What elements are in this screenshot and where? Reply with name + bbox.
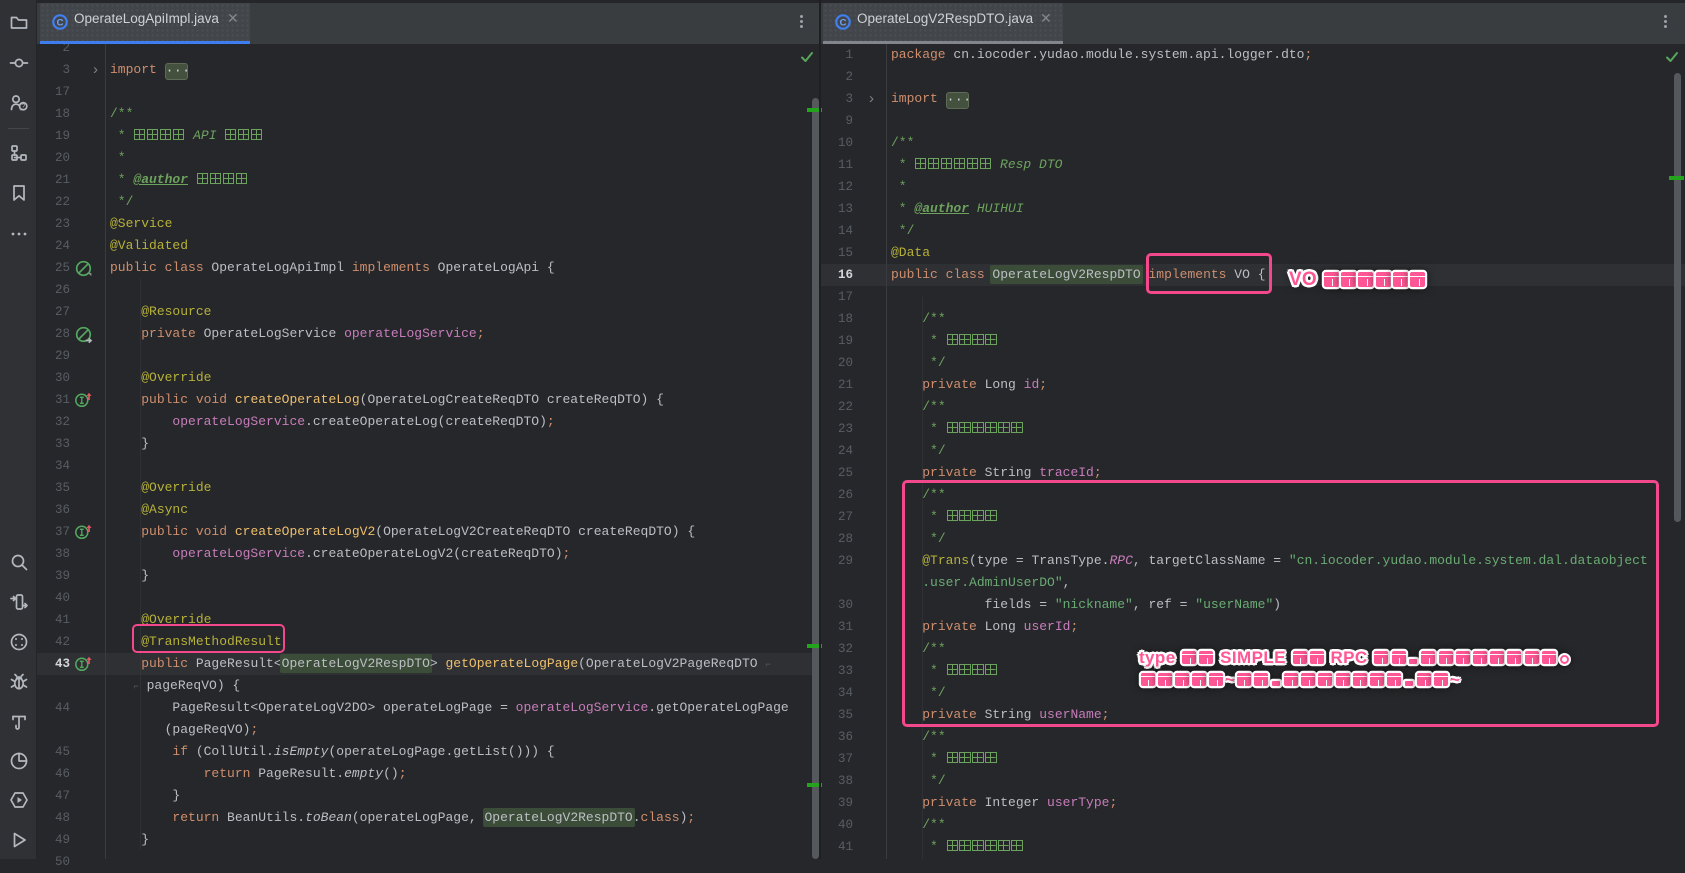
svg-text:C: C bbox=[57, 17, 64, 28]
svg-text:C: C bbox=[840, 17, 847, 28]
svg-text:?: ? bbox=[21, 104, 25, 111]
